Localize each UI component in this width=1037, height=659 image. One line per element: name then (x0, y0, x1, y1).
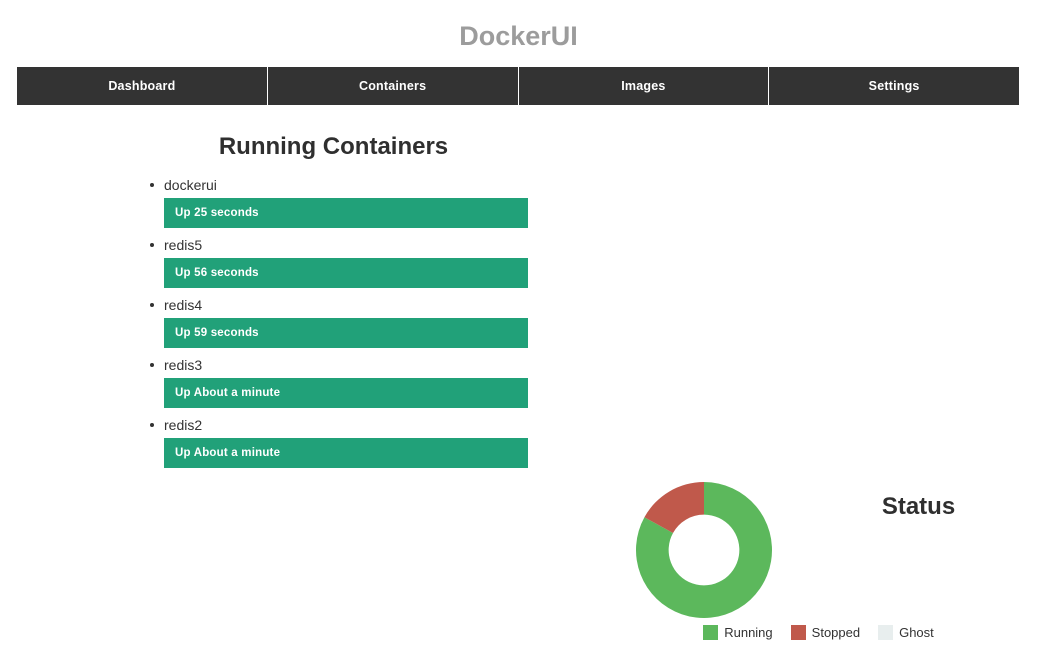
container-list: dockerui Up 25 seconds redis5 Up 56 seconds… (0, 176, 667, 468)
bullet-icon (150, 363, 154, 367)
nav-tab-containers[interactable]: Containers (268, 67, 519, 105)
running-containers-heading: Running Containers (218, 133, 449, 160)
status-donut-chart (636, 482, 772, 618)
container-name[interactable]: redis3 (164, 356, 667, 376)
bullet-icon (150, 303, 154, 307)
bullet-icon (150, 183, 154, 187)
legend-label: Ghost (899, 625, 934, 640)
status-chart-title: Status (881, 493, 956, 520)
container-status-bar-label: Up 25 seconds (164, 198, 528, 228)
page-title: DockerUI (459, 21, 578, 51)
container-list-item: redis4 Up 59 seconds (0, 296, 667, 348)
container-name[interactable]: redis5 (164, 236, 667, 256)
nav-tab-images[interactable]: Images (519, 67, 770, 105)
container-name[interactable]: redis2 (164, 416, 667, 436)
running-containers-panel: Running Containers dockerui Up 25 seconds… (0, 132, 667, 476)
container-list-item: redis5 Up 56 seconds (0, 236, 667, 288)
nav-tab-dashboard[interactable]: Dashboard (17, 67, 268, 105)
container-list-item: redis3 Up About a minute (0, 356, 667, 408)
legend-entry-stopped[interactable]: Stopped (790, 625, 861, 640)
container-status-bar: Up 25 seconds (164, 198, 528, 228)
container-status-bar: Up About a minute (164, 438, 528, 468)
container-list-item: redis2 Up About a minute (0, 416, 667, 468)
legend-label: Stopped (811, 625, 861, 640)
container-name[interactable]: dockerui (164, 176, 667, 196)
status-chart-panel: Status Running Stopped Ghost (600, 470, 1037, 659)
container-list-item: dockerui Up 25 seconds (0, 176, 667, 228)
container-status-bar: Up 56 seconds (164, 258, 528, 288)
container-status-bar-label: Up 56 seconds (164, 258, 528, 288)
nav-tab-settings[interactable]: Settings (769, 67, 1019, 105)
legend-swatch-icon (878, 625, 894, 640)
legend-label: Running (724, 625, 773, 640)
container-status-bar-label: Up 59 seconds (164, 318, 528, 348)
legend-entry-running[interactable]: Running (703, 625, 773, 640)
donut-svg (636, 482, 772, 618)
bullet-icon (150, 243, 154, 247)
bullet-icon (150, 423, 154, 427)
status-chart-legend: Running Stopped Ghost (600, 625, 1037, 640)
container-status-bar-label: Up About a minute (164, 378, 528, 408)
main-navbar: Dashboard Containers Images Settings (17, 67, 1019, 105)
container-status-bar-label: Up About a minute (164, 438, 528, 468)
container-status-bar: Up 59 seconds (164, 318, 528, 348)
legend-entry-ghost[interactable]: Ghost (878, 625, 934, 640)
legend-swatch-icon (703, 625, 719, 640)
container-status-bar: Up About a minute (164, 378, 528, 408)
container-name[interactable]: redis4 (164, 296, 667, 316)
legend-swatch-icon (790, 625, 806, 640)
